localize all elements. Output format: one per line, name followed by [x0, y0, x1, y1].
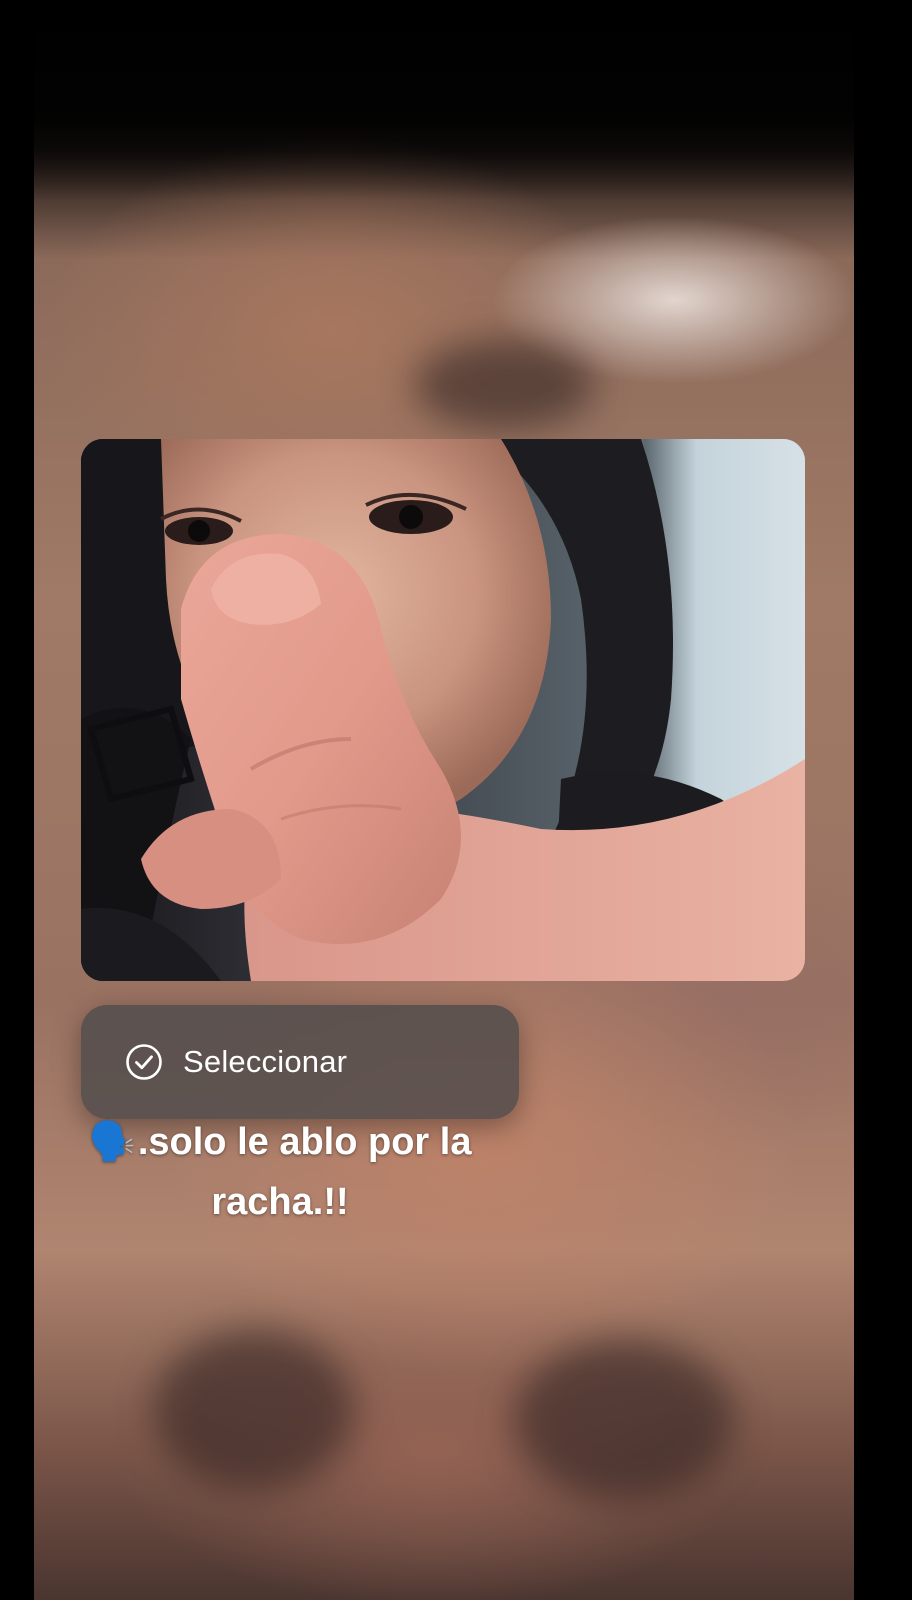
selected-photo[interactable] — [81, 439, 805, 981]
caption-text: .solo le ablo por la racha.!! — [137, 1121, 472, 1223]
speaking-head-icon: 🗣️ — [88, 1121, 136, 1163]
story-caption: 🗣️.solo le ablo por la racha.!! — [60, 1112, 500, 1232]
left-letterbox — [0, 0, 34, 1600]
select-menu-item[interactable]: Seleccionar — [81, 1005, 519, 1119]
background-blur-blob — [414, 340, 594, 430]
story-screen: Seleccionar 🗣️.solo le ablo por la racha… — [0, 0, 912, 1600]
background-blur-blob — [154, 1330, 354, 1490]
checkmark-circle-icon — [125, 1043, 163, 1081]
selfie-photo-image — [81, 439, 805, 981]
select-menu-label: Seleccionar — [183, 1044, 348, 1079]
top-shade — [34, 0, 854, 200]
background-blur-blob — [514, 1340, 734, 1500]
photo-context-menu: Seleccionar — [81, 1005, 519, 1119]
right-letterbox — [854, 0, 912, 1600]
